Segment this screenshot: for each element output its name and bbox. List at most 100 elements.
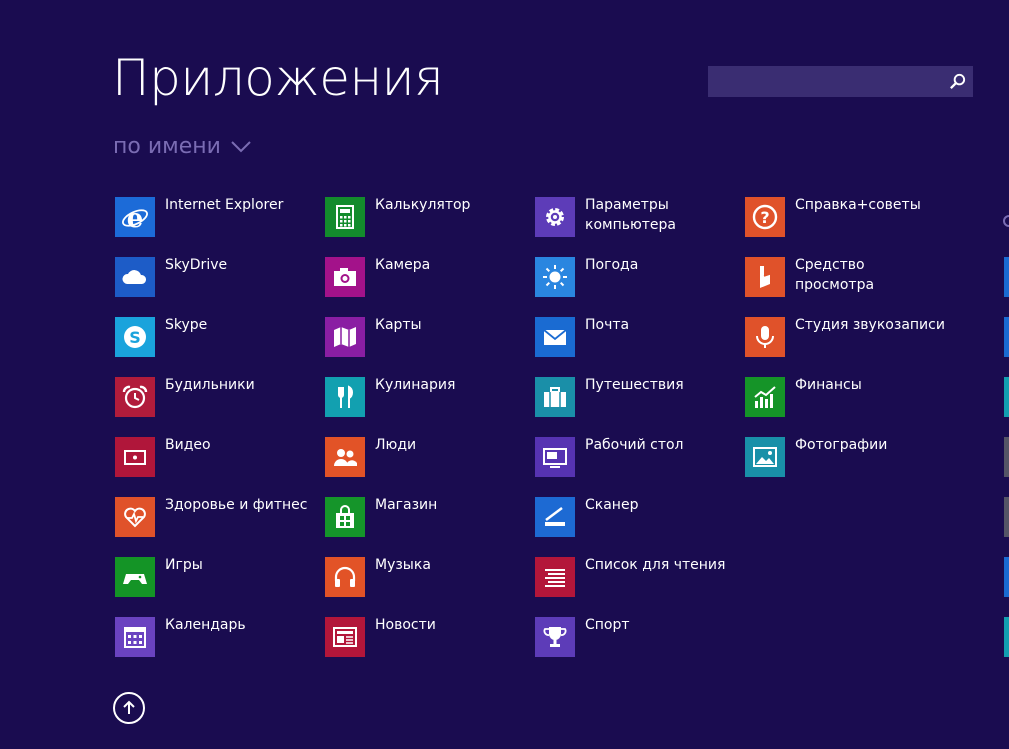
desktop-icon xyxy=(535,437,575,477)
newspaper-icon xyxy=(325,617,365,657)
page-title: Приложения xyxy=(112,49,444,107)
app-label: Калькулятор xyxy=(375,197,471,213)
sort-dropdown[interactable]: по имени xyxy=(113,134,251,159)
app-label: Почта xyxy=(585,317,630,333)
people-icon xyxy=(325,437,365,477)
app-tile[interactable]: Кулинария xyxy=(325,377,525,417)
app-tile[interactable]: Рабочий стол xyxy=(535,437,735,477)
headphones-icon xyxy=(325,557,365,597)
reading-list-icon xyxy=(535,557,575,597)
app-label: Кулинария xyxy=(375,377,456,393)
app-label: Новости xyxy=(375,617,436,633)
arrow-up-icon xyxy=(123,700,135,714)
app-label: Здоровье и фитнес xyxy=(165,497,308,513)
svg-text:S: S xyxy=(129,328,141,347)
sort-label: по имени xyxy=(113,134,221,159)
app-tile[interactable]: Средство просмотра xyxy=(745,257,945,297)
app-label: Календарь xyxy=(165,617,246,633)
partial-app-tile[interactable] xyxy=(1004,317,1009,357)
gamepad-icon xyxy=(115,557,155,597)
app-label: Спорт xyxy=(585,617,630,633)
partial-app-tile[interactable] xyxy=(1004,497,1009,537)
app-label: Параметры компьютера xyxy=(585,197,677,233)
app-label: Погода xyxy=(585,257,639,273)
partial-app-tile[interactable] xyxy=(1004,617,1009,657)
app-label: SkyDrive xyxy=(165,257,228,273)
camera-icon xyxy=(325,257,365,297)
fork-knife-icon xyxy=(325,377,365,417)
calendar-icon xyxy=(115,617,155,657)
map-icon xyxy=(325,317,365,357)
search-icon[interactable] xyxy=(948,72,967,91)
app-tile[interactable]: e Internet Explorer xyxy=(115,197,315,237)
video-icon xyxy=(115,437,155,477)
alarm-clock-icon xyxy=(115,377,155,417)
scanner-icon xyxy=(535,497,575,537)
app-tile[interactable]: Список для чтения xyxy=(535,557,735,597)
app-tile[interactable]: Здоровье и фитнес xyxy=(115,497,315,537)
app-tile[interactable]: Люди xyxy=(325,437,525,477)
cloud-icon xyxy=(115,257,155,297)
app-label: Карты xyxy=(375,317,422,333)
app-tile[interactable]: Календарь xyxy=(115,617,315,657)
app-label: Магазин xyxy=(375,497,438,513)
microphone-icon xyxy=(745,317,785,357)
question-icon: ? xyxy=(745,197,785,237)
app-tile[interactable]: Финансы xyxy=(745,377,945,417)
app-label: Люди xyxy=(375,437,417,453)
sun-icon xyxy=(535,257,575,297)
partial-app-tile[interactable] xyxy=(1004,257,1009,297)
app-tile[interactable]: Видео xyxy=(115,437,315,477)
mail-icon xyxy=(535,317,575,357)
app-tile[interactable]: Камера xyxy=(325,257,525,297)
gear-icon xyxy=(535,197,575,237)
app-tile[interactable]: ? Справка+советы xyxy=(745,197,945,237)
app-tile[interactable]: Будильники xyxy=(115,377,315,417)
app-label: Финансы xyxy=(795,377,862,393)
search-box[interactable] xyxy=(708,66,973,97)
app-tile[interactable]: Игры xyxy=(115,557,315,597)
app-tile[interactable]: Магазин xyxy=(325,497,525,537)
app-label: Камера xyxy=(375,257,431,273)
partial-app-tile[interactable] xyxy=(1004,437,1009,477)
trophy-icon xyxy=(535,617,575,657)
app-tile[interactable]: Сканер xyxy=(535,497,735,537)
skype-icon: S xyxy=(115,317,155,357)
finance-chart-icon xyxy=(745,377,785,417)
partial-app-tile[interactable] xyxy=(1004,557,1009,597)
app-tile[interactable]: Почта xyxy=(535,317,735,357)
app-tile[interactable]: Погода xyxy=(535,257,735,297)
app-tile[interactable]: S Skype xyxy=(115,317,315,357)
app-tile[interactable]: Студия звукозаписи xyxy=(745,317,945,357)
chevron-down-icon xyxy=(231,140,251,152)
app-label: Путешествия xyxy=(585,377,684,393)
app-tile[interactable]: Новости xyxy=(325,617,525,657)
next-group-header xyxy=(1002,213,1009,227)
app-label: Будильники xyxy=(165,377,255,393)
app-tile[interactable]: Параметры компьютера xyxy=(535,197,735,237)
suitcase-icon xyxy=(535,377,575,417)
search-input[interactable] xyxy=(708,66,940,97)
svg-text:?: ? xyxy=(760,208,769,227)
app-tile[interactable]: Музыка xyxy=(325,557,525,597)
app-tile[interactable]: Спорт xyxy=(535,617,735,657)
app-label: Студия звукозаписи xyxy=(795,317,945,333)
app-tile[interactable]: Путешествия xyxy=(535,377,735,417)
app-tile[interactable]: Карты xyxy=(325,317,525,357)
app-tile[interactable]: Фотографии xyxy=(745,437,945,477)
app-label: Список для чтения xyxy=(585,557,726,573)
app-tile[interactable]: SkyDrive xyxy=(115,257,315,297)
reader-icon xyxy=(745,257,785,297)
app-label: Музыка xyxy=(375,557,431,573)
app-label: Средство просмотра xyxy=(795,257,875,293)
photo-icon xyxy=(745,437,785,477)
partial-app-tile[interactable] xyxy=(1004,377,1009,417)
app-label: Skype xyxy=(165,317,208,333)
app-tile[interactable]: Калькулятор xyxy=(325,197,525,237)
internet-explorer-icon: e xyxy=(115,197,155,237)
heart-pulse-icon xyxy=(115,497,155,537)
scroll-up-button[interactable] xyxy=(113,692,145,724)
app-label: Рабочий стол xyxy=(585,437,684,453)
app-label: Видео xyxy=(165,437,211,453)
app-label: Сканер xyxy=(585,497,639,513)
